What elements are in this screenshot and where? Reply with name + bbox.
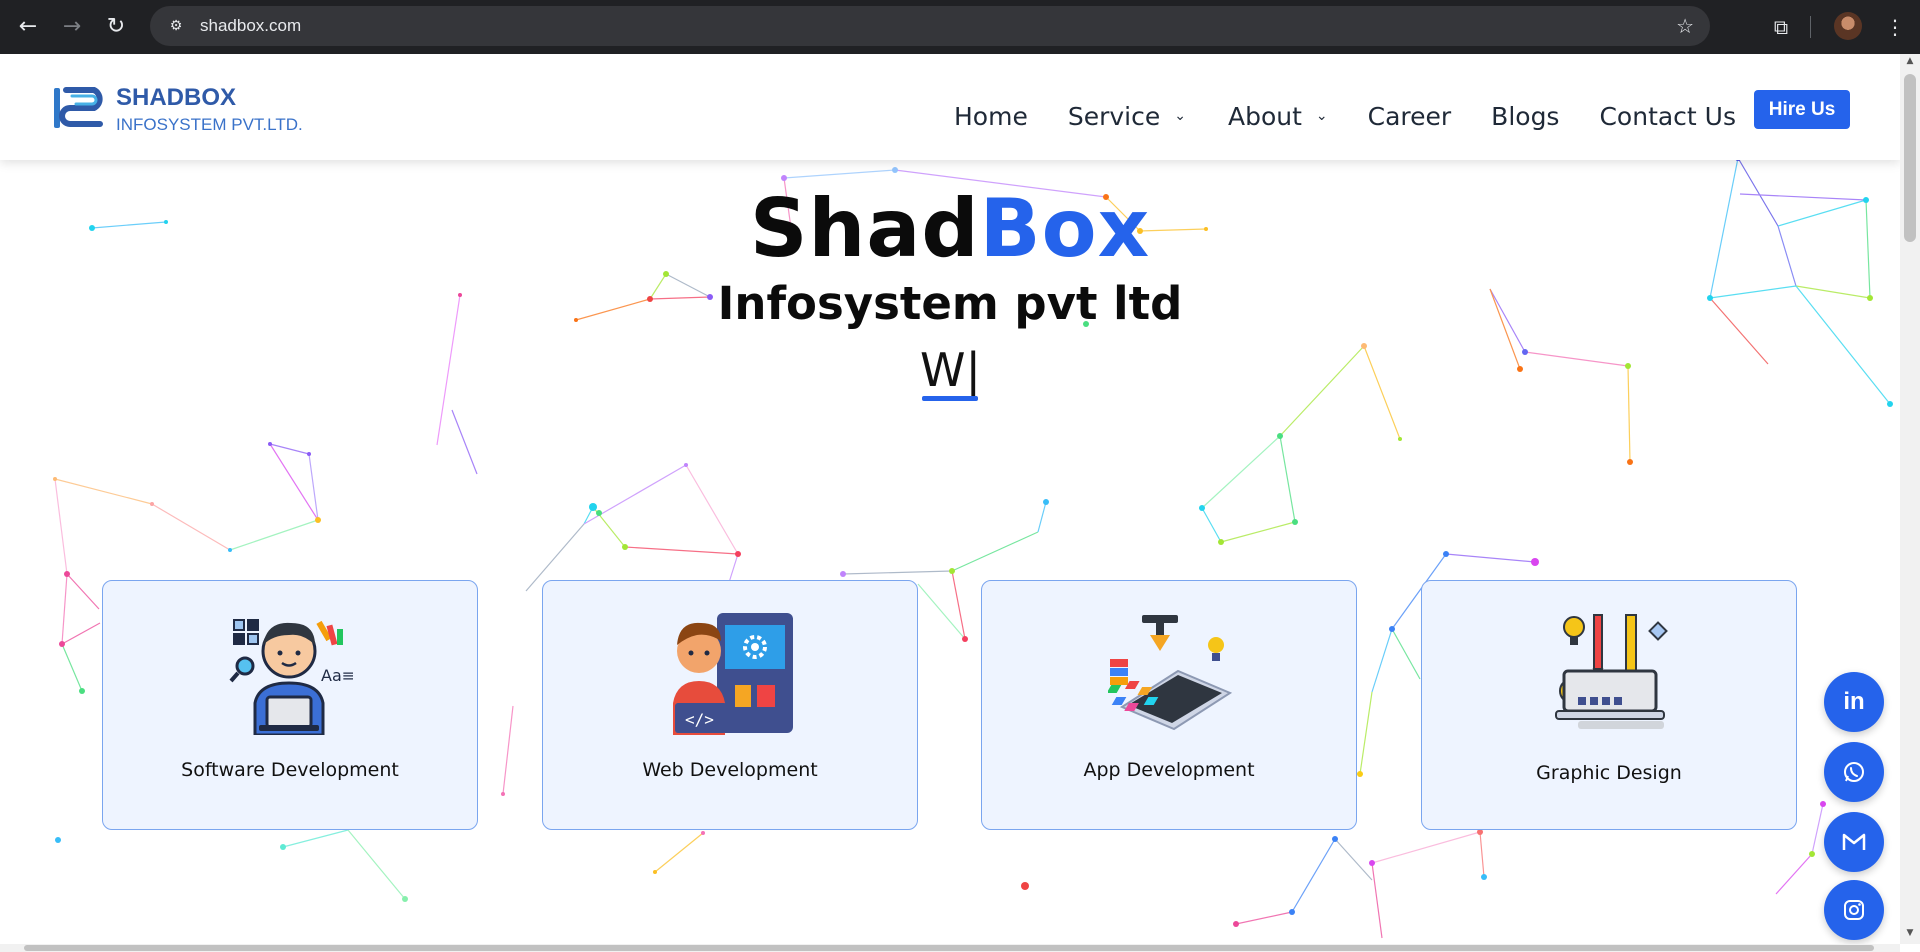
extensions-icon[interactable]: ⧉ xyxy=(1766,12,1796,42)
chevron-down-icon: ⌄ xyxy=(1174,108,1186,124)
reload-icon[interactable]: ↻ xyxy=(96,6,136,46)
svg-text:</>: </> xyxy=(685,710,714,729)
nav-about[interactable]: About ⌄ xyxy=(1228,102,1328,131)
gmail-icon xyxy=(1842,833,1866,850)
main-navigation: Home Service ⌄ About ⌄ Career Blogs Cont… xyxy=(954,96,1736,136)
gmail-button[interactable] xyxy=(1824,812,1884,872)
address-bar[interactable]: ⚙ shadbox.com ☆ xyxy=(150,6,1710,46)
hero-title: ShadBox xyxy=(0,184,1900,274)
linkedin-button[interactable]: in xyxy=(1824,672,1884,732)
developer-laptop-icon: Aa≡ xyxy=(229,619,353,735)
url-text[interactable]: shadbox.com xyxy=(200,16,301,36)
browser-menu-icon[interactable]: ⋮ xyxy=(1880,12,1910,42)
chevron-down-icon: ⌄ xyxy=(1315,108,1328,124)
service-label: Web Development xyxy=(642,759,818,781)
hero-title-main: Shad xyxy=(749,182,980,275)
nav-label: Service xyxy=(1067,101,1161,131)
hero-subtitle: Infosystem pvt ltd xyxy=(717,277,1183,330)
horizontal-scroll-thumb[interactable] xyxy=(24,945,1874,951)
page-viewport: SHADBOX INFOSYSTEM PVT.LTD. Home Service… xyxy=(0,54,1900,944)
instagram-icon xyxy=(1844,900,1864,920)
service-label: Software Development xyxy=(181,759,399,781)
scroll-down-arrow-icon[interactable]: ▼ xyxy=(1904,928,1916,940)
nav-contact-us[interactable]: Contact Us xyxy=(1599,102,1736,131)
scroll-thumb[interactable] xyxy=(1904,74,1916,242)
nav-blogs[interactable]: Blogs xyxy=(1491,102,1559,131)
nav-career[interactable]: Career xyxy=(1368,102,1452,131)
nav-label: Contact Us xyxy=(1599,101,1737,131)
scroll-up-arrow-icon[interactable]: ▲ xyxy=(1904,56,1916,68)
hero-title-accent: Box xyxy=(979,182,1151,275)
back-icon[interactable]: ← xyxy=(8,6,48,46)
hire-us-button[interactable]: Hire Us xyxy=(1754,90,1850,129)
whatsapp-button[interactable] xyxy=(1824,742,1884,802)
nav-label: About xyxy=(1227,101,1302,131)
web-dev-icon: </> xyxy=(673,613,793,735)
nav-label: Career xyxy=(1367,101,1452,131)
nav-service[interactable]: Service ⌄ xyxy=(1068,102,1186,131)
site-header: SHADBOX INFOSYSTEM PVT.LTD. Home Service… xyxy=(0,54,1900,160)
bookmark-star-icon[interactable]: ☆ xyxy=(1676,14,1694,38)
logo-subtitle: INFOSYSTEM PVT.LTD. xyxy=(116,115,303,134)
linkedin-icon: in xyxy=(1843,688,1865,715)
logo-name: SHADBOX xyxy=(116,84,237,111)
shadbox-logo-icon xyxy=(54,87,103,128)
toolbar-divider xyxy=(1810,16,1811,38)
mobile-app-icon xyxy=(1108,615,1232,731)
profile-avatar[interactable] xyxy=(1834,12,1862,40)
site-logo[interactable]: SHADBOX INFOSYSTEM PVT.LTD. xyxy=(52,84,303,136)
service-card-software[interactable]: Aa≡ Software Development xyxy=(102,580,478,830)
design-tools-icon xyxy=(1555,614,1668,729)
vertical-scrollbar[interactable]: ▲ ▼ xyxy=(1900,54,1920,944)
typed-text-underline xyxy=(922,396,978,401)
forward-icon[interactable]: → xyxy=(52,6,92,46)
service-card-graphic[interactable]: Graphic Design xyxy=(1421,580,1797,830)
hero-typed-text: W| xyxy=(920,343,981,397)
nav-label: Blogs xyxy=(1491,101,1560,131)
horizontal-scrollbar[interactable] xyxy=(0,944,1900,952)
nav-home[interactable]: Home xyxy=(954,102,1028,131)
site-info-icon[interactable]: ⚙ xyxy=(164,14,188,38)
service-card-web[interactable]: </> Web Development xyxy=(542,580,918,830)
service-card-app[interactable]: App Development xyxy=(981,580,1357,830)
service-label: App Development xyxy=(1083,759,1255,781)
service-label: Graphic Design xyxy=(1536,762,1682,784)
instagram-button[interactable] xyxy=(1824,880,1884,940)
whatsapp-icon xyxy=(1844,762,1864,782)
svg-text:Aa≡: Aa≡ xyxy=(321,666,353,685)
nav-label: Home xyxy=(954,101,1028,131)
browser-toolbar: ← → ↻ ⚙ shadbox.com ☆ ⧉ ⋮ xyxy=(0,0,1920,54)
